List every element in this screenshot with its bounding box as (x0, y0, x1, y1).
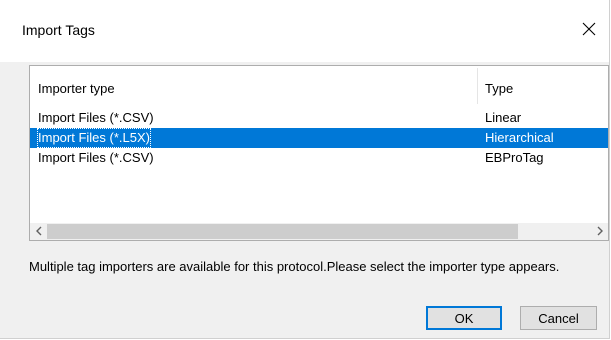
dialog-title: Import Tags (22, 22, 95, 38)
chevron-left-icon (35, 224, 43, 239)
cancel-button[interactable]: Cancel (520, 306, 597, 330)
column-header-importer-type[interactable]: Importer type (38, 81, 115, 96)
horizontal-scrollbar[interactable] (30, 223, 608, 240)
scroll-left-button[interactable] (30, 223, 47, 240)
list-row-csv-ebprotag[interactable]: Import Files (*.CSV) EBProTag (30, 148, 608, 168)
row-importer: Import Files (*.CSV) (38, 150, 154, 165)
list-row-l5x-hierarchical[interactable]: Import Files (*.L5X) Hierarchical (30, 128, 608, 148)
title-bar: Import Tags (0, 0, 609, 62)
importer-list[interactable]: Importer type Type Import Files (*.CSV) … (29, 65, 609, 241)
list-header: Importer type Type (30, 66, 608, 108)
chevron-right-icon (596, 224, 604, 239)
column-header-type[interactable]: Type (485, 81, 513, 96)
row-importer: Import Files (*.CSV) (38, 110, 154, 125)
import-tags-dialog: Import Tags Importer type Type Import Fi… (0, 0, 610, 339)
close-icon (582, 22, 596, 39)
row-type: Linear (485, 110, 522, 125)
instruction-message: Multiple tag importers are available for… (29, 259, 560, 274)
close-button[interactable] (569, 10, 609, 50)
scroll-right-button[interactable] (591, 223, 608, 240)
row-type: Hierarchical (485, 130, 554, 145)
scroll-thumb[interactable] (47, 224, 518, 239)
column-divider[interactable] (477, 68, 478, 104)
list-row-csv-linear[interactable]: Import Files (*.CSV) Linear (30, 108, 608, 128)
row-type: EBProTag (485, 150, 544, 165)
ok-button[interactable]: OK (426, 306, 502, 330)
row-importer: Import Files (*.L5X) (37, 128, 151, 148)
